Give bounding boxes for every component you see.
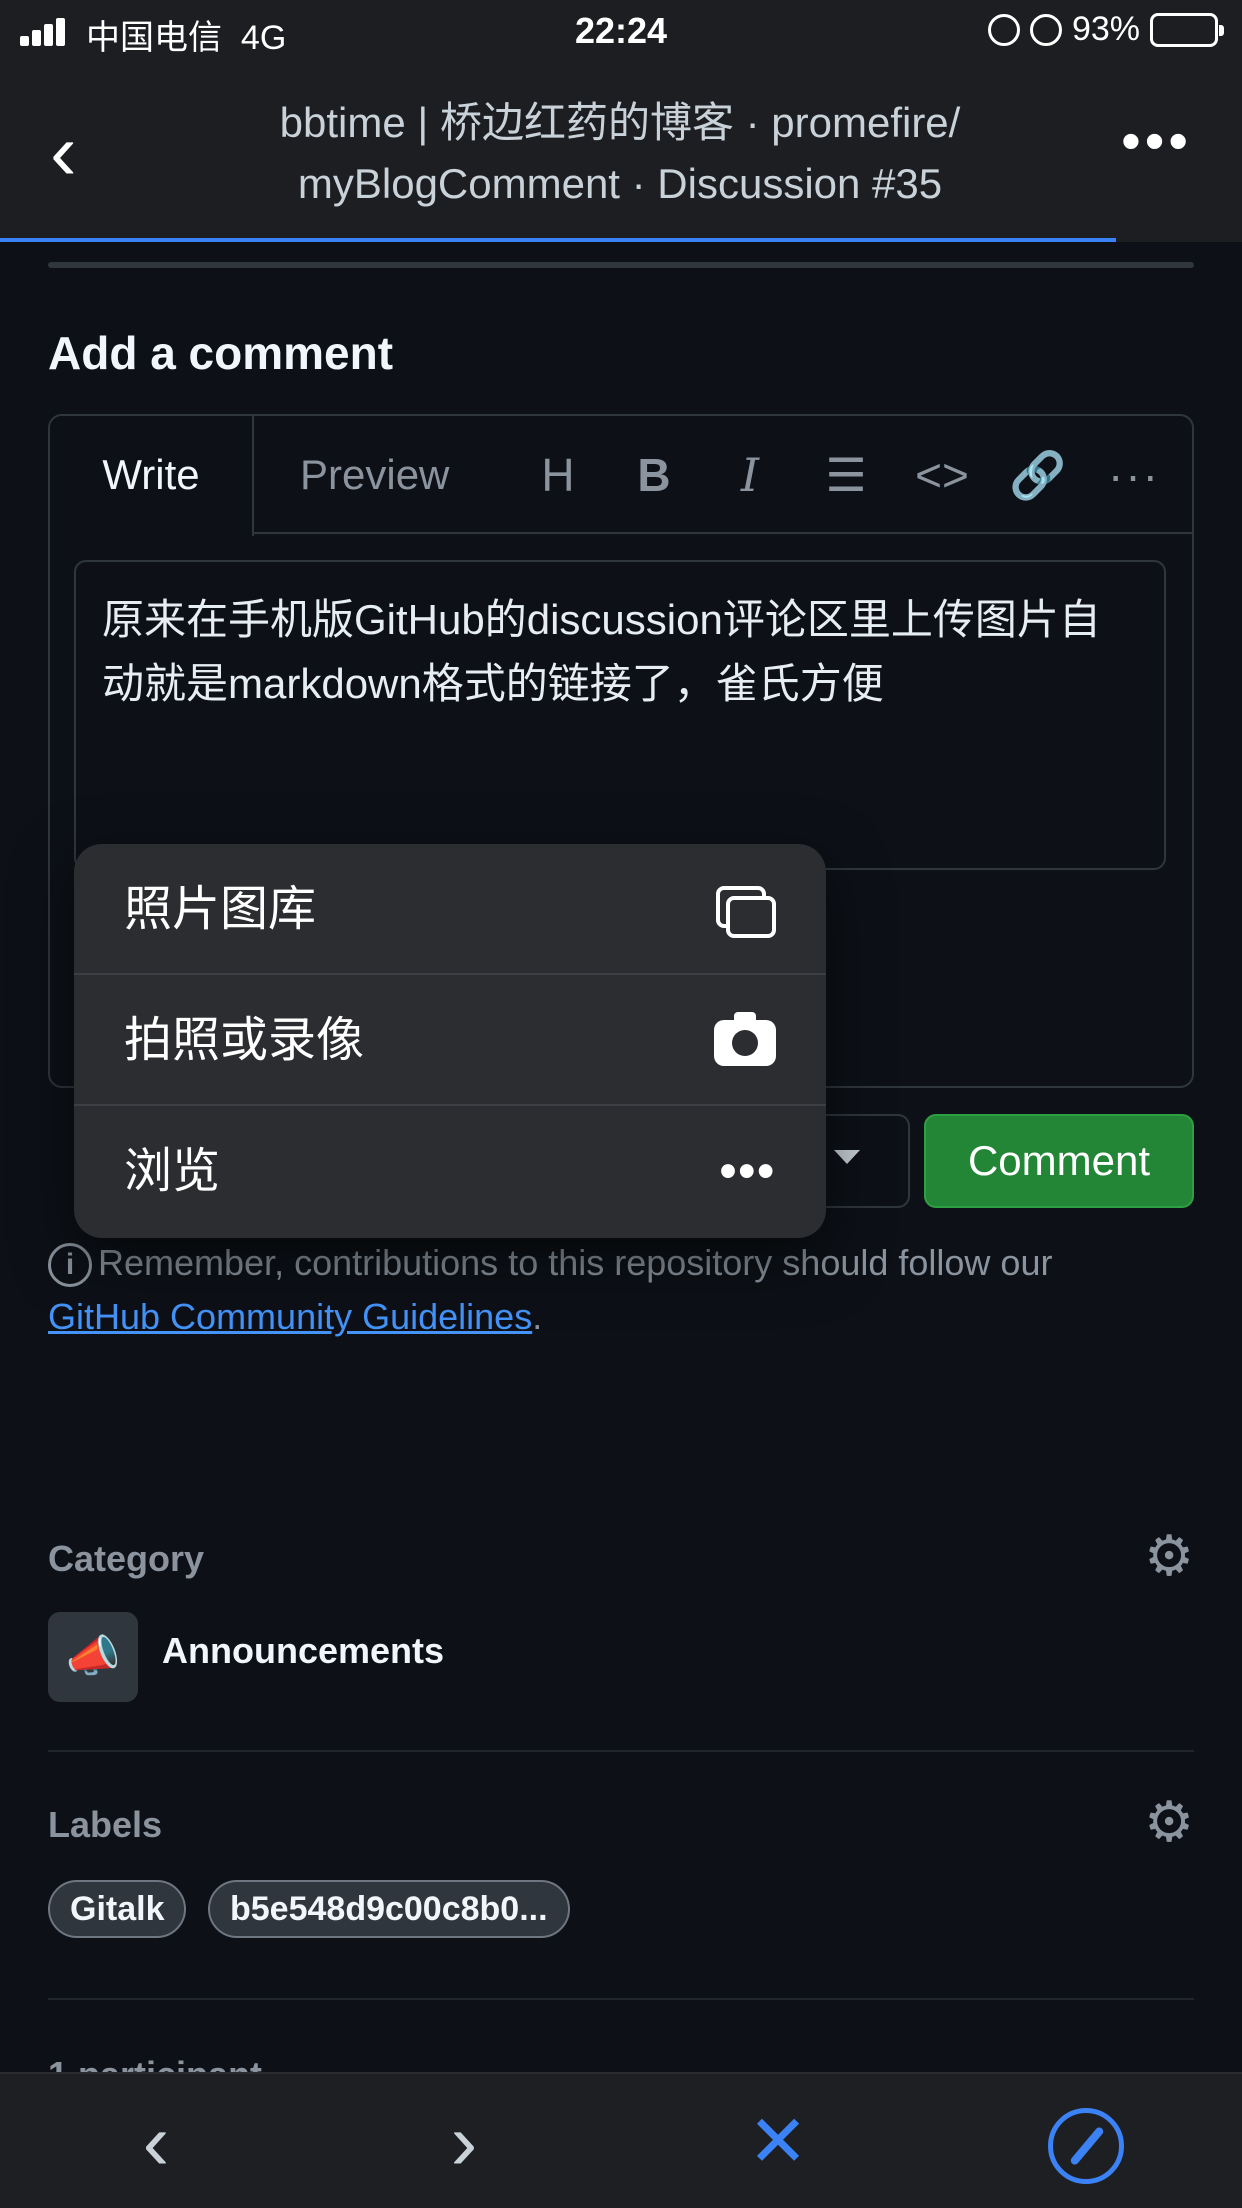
category-title: Category [48,1538,205,1579]
labels-gear-icon[interactable]: ⚙ [1144,1794,1194,1850]
guidelines-note: i Remember, contributions to this reposit… [48,1236,1198,1344]
back-arrow-icon[interactable]: ‹ [96,2074,216,2208]
chevron-down-icon [834,1150,860,1164]
tab-write[interactable]: Write [50,416,254,536]
italic-icon[interactable]: I [710,416,790,534]
add-comment-heading: Add a comment [48,327,394,379]
divider [48,262,1194,268]
code-icon[interactable]: <> [902,416,982,534]
guidelines-text: Remember, contributions to this reposito… [98,1242,1053,1283]
camera-icon [714,975,776,1106]
guidelines-suffix: . [532,1296,543,1337]
loading-progress-bar [0,238,1116,242]
labels-title: Labels [48,1804,163,1845]
editor-toolbar: Write Preview H B I ☰ <> 🔗 ··· [50,416,1192,536]
more-tools-icon[interactable]: ··· [1094,416,1174,534]
divider [48,1998,1194,2000]
divider [48,1750,1194,1752]
forward-arrow-icon[interactable]: › [404,2074,524,2208]
comment-button[interactable]: Comment [924,1114,1194,1208]
menu-item-label: 照片图库 [124,883,317,936]
label-pill[interactable]: Gitalk [48,1880,187,1938]
more-options-icon[interactable]: ••• [1121,113,1192,169]
tab-preview[interactable]: Preview [300,416,449,534]
battery-percent: 93% [1071,10,1140,48]
link-icon[interactable]: 🔗 [998,416,1078,534]
status-bar: 中国电信 4G 22:24 93% [0,0,1242,64]
guidelines-link[interactable]: GitHub Community Guidelines [48,1296,532,1337]
info-icon: i [48,1243,92,1288]
nav-header: ‹ bbtime | 桥边红药的博客 · promefire/ myBlogCo… [0,64,1242,242]
category-name[interactable]: Announcements [162,1630,444,1672]
compass-icon[interactable] [1048,2108,1124,2184]
heading-icon[interactable]: H [518,416,598,534]
status-right: 93% [987,10,1224,49]
close-icon[interactable]: ✕ [718,2074,838,2208]
megaphone-icon: 📣 [48,1612,138,1702]
menu-item-photo-library[interactable]: 照片图库 [74,844,826,975]
category-gear-icon[interactable]: ⚙ [1144,1528,1194,1584]
orientation-lock-icon [987,13,1020,46]
menu-item-browse[interactable]: 浏览 ••• [74,1106,826,1237]
upload-popup-menu: 照片图库 拍照或录像 浏览 ••• [74,844,826,1238]
back-chevron-icon[interactable]: ‹ [50,112,77,192]
alarm-icon [1029,13,1062,46]
menu-item-label: 浏览 [124,1145,221,1198]
bold-icon[interactable]: B [614,416,694,534]
photo-library-icon [716,844,776,975]
label-pill[interactable]: b5e548d9c00c8b0... [208,1880,570,1938]
menu-item-label: 拍照或录像 [124,1014,365,1067]
comment-textarea[interactable]: 原来在手机版GitHub的discussion评论区里上传图片自动就是markd… [74,560,1166,870]
browser-bottom-bar: ‹ › ✕ [0,2072,1242,2208]
page-title: bbtime | 桥边红药的博客 · promefire/ myBlogComm… [279,99,961,207]
menu-item-camera[interactable]: 拍照或录像 [74,975,826,1106]
quote-list-icon[interactable]: ☰ [806,416,886,534]
battery-icon [1150,12,1224,47]
more-icon: ••• [719,1145,776,1198]
